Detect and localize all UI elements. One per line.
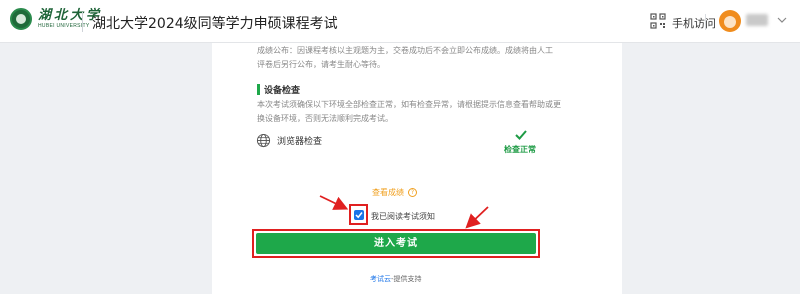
qr-code-icon[interactable]: [650, 13, 666, 29]
footer-suffix: -提供支持: [391, 275, 422, 283]
page-title: 湖北大学2024级同等学力申硕课程考试: [92, 16, 338, 32]
agree-label[interactable]: 我已阅读考试须知: [371, 211, 435, 222]
agree-checkbox[interactable]: [354, 210, 364, 220]
mobile-access-link[interactable]: 手机访问: [672, 15, 716, 31]
section-accent-bar: [257, 84, 260, 95]
results-notice: 成绩公布：因课程考核以主观题为主，交卷成功后不会立即公布成绩。成绩将由人工评卷后…: [257, 46, 553, 69]
device-check-description: 本次考试须确保以下环境全部检查正常，如有检查异常，请根据提示信息查看帮助或更换设…: [257, 100, 561, 123]
info-icon[interactable]: ?: [408, 188, 417, 197]
university-seal-icon: [10, 8, 32, 30]
chevron-down-icon[interactable]: [776, 14, 788, 26]
globe-icon: [256, 133, 271, 148]
exam-card: 成绩公布：因课程考核以主观题为主，交卷成功后不会立即公布成绩。成绩将由人工评卷后…: [212, 43, 622, 294]
username-blurred[interactable]: [746, 14, 768, 26]
browser-check-status: 检查正常: [504, 145, 536, 154]
footer-credit: 考试云-提供支持: [370, 274, 422, 284]
header-separator: [705, 14, 706, 30]
agree-checkbox-highlight: [349, 204, 368, 225]
device-check-heading: 设备检查: [257, 83, 300, 96]
checkbox-check-icon: [355, 212, 363, 219]
device-check-title: 设备检查: [264, 86, 301, 96]
checkmark-icon: [515, 130, 527, 140]
browser-check-label: 浏览器检查: [277, 137, 323, 147]
university-logo[interactable]: 湖北大学 HUBEI UNIVERSITY: [10, 8, 102, 30]
footer-link[interactable]: 考试云: [370, 275, 391, 283]
enter-exam-highlight: 进入考试: [252, 229, 540, 258]
top-bar: 湖北大学 HUBEI UNIVERSITY 湖北大学2024级同等学力申硕课程考…: [0, 0, 800, 43]
view-results-link[interactable]: 查看成绩 ?: [372, 187, 417, 198]
enter-exam-button[interactable]: 进入考试: [256, 233, 536, 254]
avatar[interactable]: [719, 10, 741, 32]
browser-check-row: 浏览器检查: [256, 133, 322, 148]
view-results-label: 查看成绩: [372, 188, 404, 197]
header-divider: [82, 12, 83, 32]
